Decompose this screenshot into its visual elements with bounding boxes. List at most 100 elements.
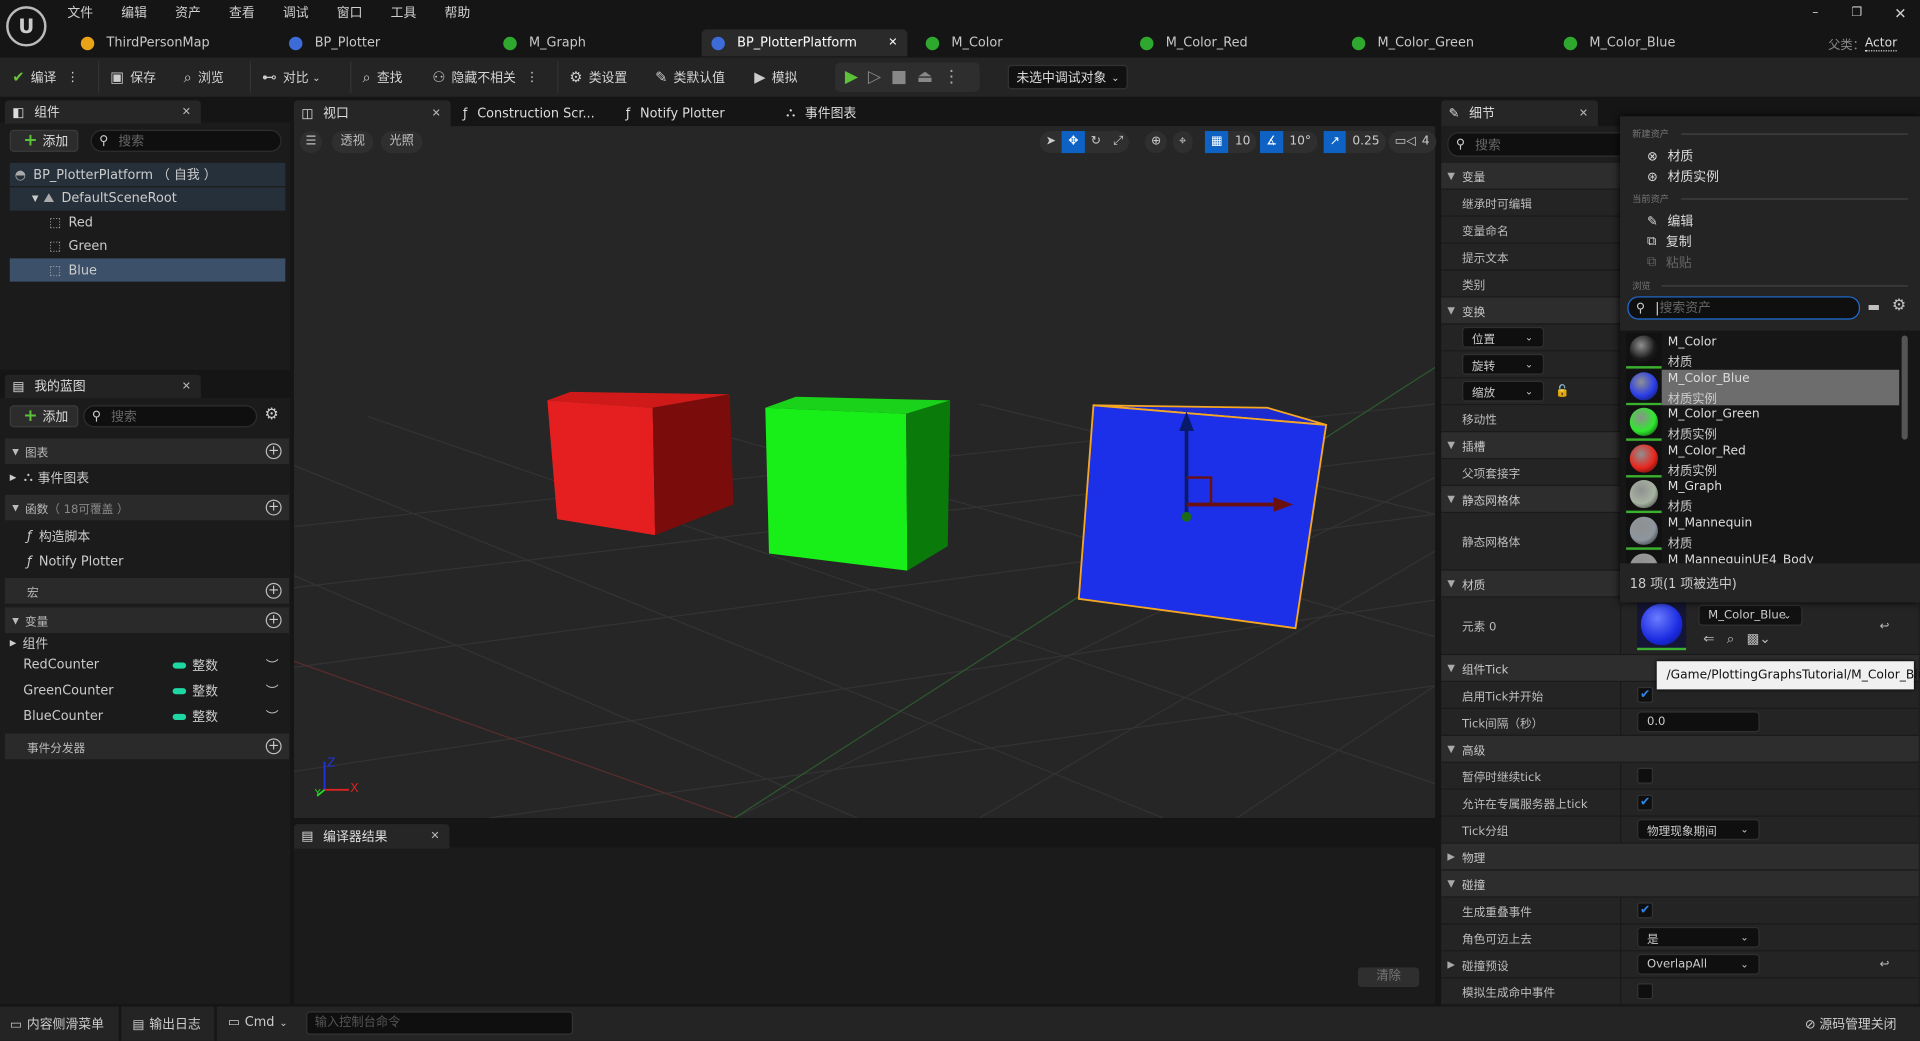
transform-mode-dropdown[interactable]: 位置 ⌄	[1462, 326, 1545, 348]
construction-script-item[interactable]: ƒ 构造脚本	[5, 524, 289, 548]
add-circle-icon[interactable]: +	[265, 612, 282, 629]
asset-list-item[interactable]: M_Mannequin 材质	[1626, 514, 1899, 551]
asset-list-item[interactable]: M_Color 材质	[1626, 333, 1899, 370]
details-section-header[interactable]: ▼ 高级	[1441, 735, 1919, 763]
variable-item[interactable]: GreenCounter 整数 ︶	[5, 678, 289, 702]
compiler-results-tab[interactable]: ▤ 编译器结果 ✕	[293, 824, 450, 849]
camera-speed-button[interactable]: ▭◁ 4	[1388, 131, 1436, 154]
menu-item[interactable]: 调试	[283, 3, 309, 21]
close-icon[interactable]: ✕	[1579, 107, 1588, 119]
section-variables[interactable]: ▼ 变量 +	[4, 607, 289, 634]
menu-item[interactable]: 编辑	[121, 3, 147, 21]
class-defaults-button[interactable]: ✎ 类默认值	[655, 64, 725, 91]
new-material-instance-item[interactable]: ⊛ 材质实例	[1647, 168, 1719, 186]
checkbox[interactable]	[1637, 983, 1654, 1000]
compile-button[interactable]: ✔ 编译 ⋮	[12, 64, 79, 91]
folder-icon[interactable]: ▬	[1867, 299, 1880, 315]
viewport-options-button[interactable]: ☰	[300, 131, 323, 154]
asset-list-item[interactable]: M_Color_Green 材质实例	[1626, 405, 1899, 442]
material-thumbnail[interactable]	[1637, 601, 1687, 651]
component-tree-item[interactable]: ⬚ Blue	[9, 258, 286, 283]
details-section-header[interactable]: ▶ 物理	[1441, 843, 1919, 871]
collapse-arrow-icon[interactable]: ▼	[1447, 440, 1455, 451]
property-dropdown[interactable]: 物理现象期间 ⌄	[1637, 819, 1760, 841]
checkbox[interactable]: ✔	[1637, 686, 1654, 703]
checker-icon[interactable]: ▩⌄	[1747, 630, 1771, 647]
collapse-arrow-icon[interactable]: ▼	[1447, 662, 1455, 673]
scale-icon[interactable]: ⤢	[1107, 131, 1129, 153]
asset-search-input[interactable]: ⚲ | 搜索资产	[1627, 296, 1861, 320]
play-icon[interactable]: ▶	[845, 67, 858, 87]
class-settings-button[interactable]: ⚙ 类设置	[569, 64, 627, 91]
menu-item[interactable]: 窗口	[337, 3, 363, 21]
checkbox[interactable]: ✔	[1637, 902, 1654, 919]
add-circle-icon[interactable]: +	[265, 499, 282, 516]
add-circle-icon[interactable]: +	[265, 582, 282, 599]
my-blueprint-tab[interactable]: ▤ 我的蓝图 ✕	[4, 374, 201, 398]
eye-closed-icon[interactable]: ︶	[266, 707, 279, 725]
console-command-input[interactable]: 输入控制台命令	[306, 1011, 574, 1035]
asset-list-item[interactable]: M_MannequinUE4_Body	[1626, 550, 1899, 564]
tick-interval-input[interactable]: 0.0	[1637, 711, 1760, 733]
debug-target-dropdown[interactable]: 未选中调试对象 ⌄	[1007, 64, 1129, 90]
collapse-arrow-icon[interactable]: ▼	[1447, 170, 1455, 181]
grid-snap-toggle[interactable]: ▦ 10	[1204, 131, 1257, 154]
source-control-button[interactable]: ⊘ 源码管理关闭	[1805, 1015, 1897, 1033]
close-icon[interactable]: ✕	[432, 107, 441, 119]
collapse-arrow-icon[interactable]: ▼	[1447, 493, 1455, 504]
transform-mode-dropdown[interactable]: 旋转 ⌄	[1462, 353, 1545, 375]
asset-list-item[interactable]: M_Color_Red 材质实例	[1626, 441, 1899, 479]
section-event-dispatchers[interactable]: 事件分发器 +	[4, 733, 289, 760]
rotation-snap-toggle[interactable]: ∡ 10°	[1260, 131, 1318, 154]
select-icon[interactable]: ➤	[1040, 131, 1063, 153]
menu-item[interactable]: 文件	[67, 3, 93, 21]
component-tree-item[interactable]: ◓ BP_PlotterPlatform （ 自我 ）	[9, 162, 286, 187]
eject-icon[interactable]: ⏏	[917, 67, 933, 87]
browse-to-asset-icon[interactable]: ⌕	[1727, 630, 1735, 647]
close-icon[interactable]: ✕	[182, 106, 191, 118]
close-window-button[interactable]: ✕	[1894, 5, 1906, 22]
clear-button[interactable]: 清除	[1357, 967, 1420, 987]
blue-cube-selected[interactable]	[1077, 404, 1328, 630]
close-icon[interactable]: ✕	[888, 37, 897, 49]
reset-to-default-icon[interactable]: ↩	[1880, 619, 1890, 632]
checkbox[interactable]: ✔	[1637, 794, 1654, 811]
expand-arrow-icon[interactable]: ▶	[1447, 959, 1455, 970]
perspective-button[interactable]: 透视	[331, 131, 374, 154]
event-graph-item[interactable]: ▶ ⛬ 事件图表	[5, 465, 289, 489]
world-local-button[interactable]: ⊕	[1144, 131, 1168, 154]
rotate-icon[interactable]: ↻	[1085, 131, 1108, 153]
add-member-button[interactable]: + 添加	[9, 405, 79, 428]
component-tree-item[interactable]: ⬚ Red	[10, 211, 286, 234]
menu-item[interactable]: 资产	[175, 3, 201, 21]
document-tab[interactable]: M_Color_Red	[1130, 29, 1326, 56]
asset-list-item[interactable]: M_Color_Blue 材质实例	[1626, 369, 1900, 406]
content-drawer-button[interactable]: ▭ 内容侧滑菜单	[10, 1015, 104, 1033]
browse-button[interactable]: ⌕ 浏览	[184, 64, 224, 91]
components-search-input[interactable]: ⚲ 搜索	[90, 129, 282, 152]
reset-to-default-icon[interactable]: ↩	[1880, 958, 1890, 971]
viewport[interactable]: Z X Y	[293, 126, 1436, 818]
output-log-button[interactable]: ▤ 输出日志	[132, 1015, 200, 1033]
editor-tab[interactable]: ƒ Construction Scr...	[456, 100, 613, 126]
scale-snap-toggle[interactable]: ↗ 0.25	[1323, 131, 1386, 154]
add-component-button[interactable]: + 添加	[9, 129, 79, 152]
document-tab[interactable]: M_Graph	[493, 29, 689, 56]
add-circle-icon[interactable]: +	[265, 738, 282, 755]
document-tab[interactable]: BP_PlotterPlatform ✕	[701, 29, 908, 57]
find-button[interactable]: ⌕ 查找	[362, 64, 402, 91]
step-icon[interactable]: ▷	[868, 67, 881, 87]
editor-tab[interactable]: ƒ Notify Plotter	[618, 100, 775, 126]
new-material-item[interactable]: ⊗ 材质	[1647, 147, 1693, 165]
asset-list-scrollbar[interactable]	[1901, 335, 1908, 440]
details-section-header[interactable]: ▼ 碰撞	[1441, 870, 1919, 898]
variable-item[interactable]: BlueCounter 整数 ︶	[5, 704, 289, 728]
edit-asset-item[interactable]: ✎ 编辑	[1647, 212, 1693, 230]
variable-item[interactable]: RedCounter 整数 ︶	[5, 653, 289, 677]
menu-item[interactable]: 工具	[391, 3, 417, 21]
red-cube[interactable]	[547, 391, 734, 536]
collapse-arrow-icon[interactable]: ▼	[32, 194, 39, 204]
document-tab[interactable]: BP_Plotter	[279, 29, 475, 56]
menu-item[interactable]: 帮助	[444, 3, 470, 21]
collapse-arrow-icon[interactable]: ▼	[1447, 743, 1455, 754]
